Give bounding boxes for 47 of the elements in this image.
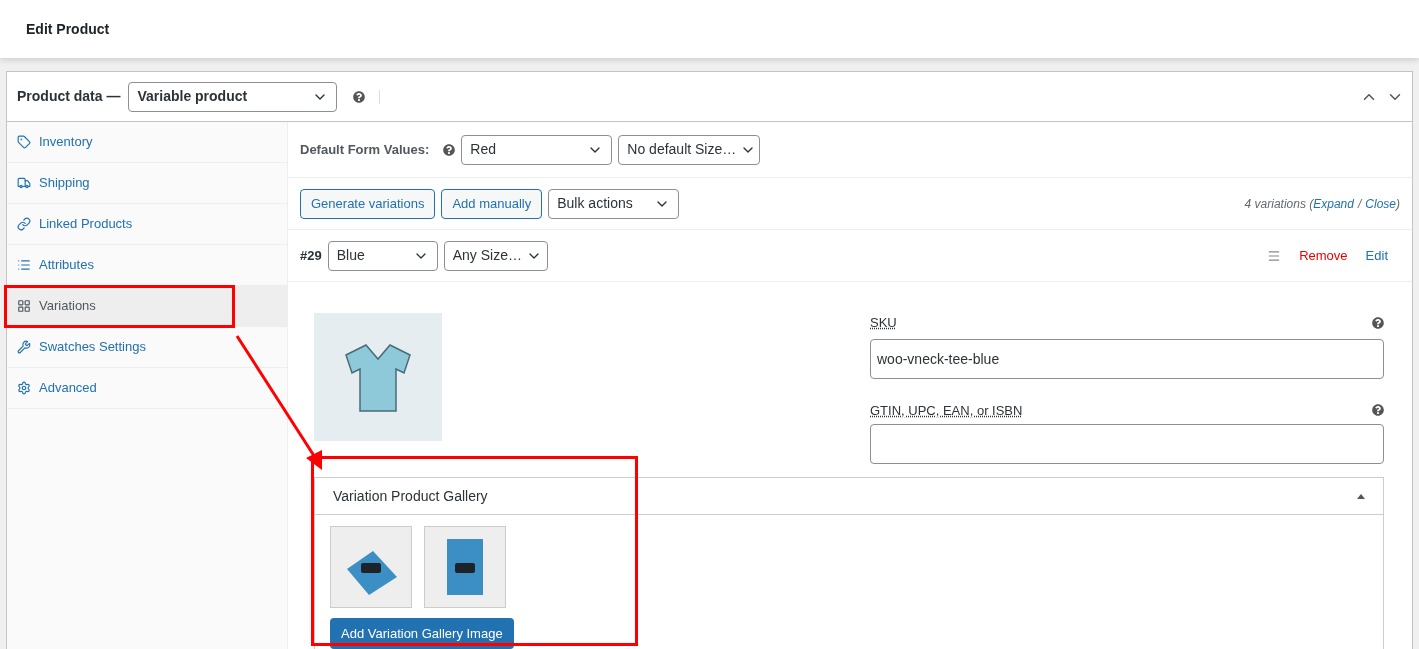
remove-link[interactable]: Remove <box>1299 245 1348 266</box>
gtin-field[interactable] <box>870 424 1384 464</box>
help-icon <box>443 143 456 156</box>
expand-link[interactable]: Expand <box>1313 194 1354 213</box>
size-select[interactable]: Any Size… <box>443 240 548 271</box>
product-type-select[interactable]: Variable product <box>128 81 338 112</box>
variation-number: #29 <box>300 246 322 265</box>
tshirt-image[interactable] <box>314 313 442 441</box>
sidebar-tab[interactable]: Linked Products <box>7 204 287 245</box>
bulk-actions-select[interactable]: Bulk actions <box>548 188 680 219</box>
sidebar-tab[interactable]: Variations <box>7 286 287 327</box>
outline-button[interactable]: Generate variations <box>300 188 436 219</box>
sidebar-tab[interactable]: Advanced <box>7 368 287 409</box>
edit-link[interactable]: Edit <box>1365 245 1388 266</box>
gear-icon <box>17 381 31 395</box>
tag-icon <box>17 135 31 149</box>
default-values-label: Default Form Values: <box>300 140 430 159</box>
help-icon <box>1372 404 1384 417</box>
product-data-label: Product data — <box>17 87 121 106</box>
help-icon <box>1372 316 1384 329</box>
collapse-arrow-icon[interactable] <box>1357 493 1365 499</box>
size-select[interactable]: No default Size… <box>618 134 761 165</box>
gtin-label: GTIN, UPC, EAN, or ISBN <box>870 401 1023 420</box>
list-icon <box>17 258 31 272</box>
sidebar-tab[interactable]: Shipping <box>7 163 287 204</box>
wrench-icon <box>17 340 31 354</box>
page-title: Edit Product <box>26 19 110 39</box>
link-icon <box>17 217 31 231</box>
color-select[interactable]: Blue <box>327 240 438 271</box>
sku-label: SKU <box>870 314 897 332</box>
sidebar-tab[interactable]: Swatches Settings <box>7 327 287 368</box>
separator-text: / <box>1357 195 1362 213</box>
variation-count: 4 variations ( <box>1244 195 1314 213</box>
grid-icon <box>17 299 31 313</box>
drag-handle-icon[interactable] <box>1267 248 1282 263</box>
sidebar-tab[interactable]: Inventory <box>7 122 287 163</box>
help-icon <box>353 90 366 103</box>
truck-icon <box>17 176 31 190</box>
color-select[interactable]: Red <box>461 134 613 165</box>
gallery-title: Variation Product Gallery <box>333 486 488 506</box>
outline-button[interactable]: Add manually <box>441 188 543 219</box>
sku-field[interactable]: woo-vneck-tee-blue <box>870 338 1384 379</box>
gallery-thumbnail[interactable] <box>330 526 412 608</box>
closing-paren: ) <box>1396 195 1400 213</box>
gallery-thumbnail[interactable] <box>424 526 506 608</box>
add-gallery-image-button[interactable]: Add Variation Gallery Image <box>330 618 514 649</box>
close-link[interactable]: Close <box>1365 194 1396 213</box>
